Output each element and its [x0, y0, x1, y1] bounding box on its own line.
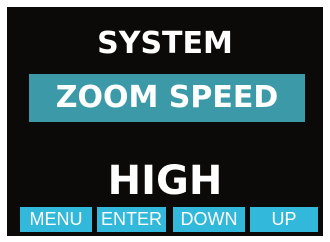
down-button[interactable]: DOWN [173, 207, 245, 232]
menu-button[interactable]: MENU [20, 207, 92, 232]
selected-menu-item[interactable]: ZOOM SPEED [29, 74, 305, 122]
enter-button[interactable]: ENTER [97, 207, 166, 232]
menu-title: SYSTEM [97, 26, 233, 61]
osd-screen: SYSTEM ZOOM SPEED HIGH [7, 7, 323, 236]
setting-value: HIGH [107, 158, 223, 204]
up-button[interactable]: UP [250, 207, 318, 232]
